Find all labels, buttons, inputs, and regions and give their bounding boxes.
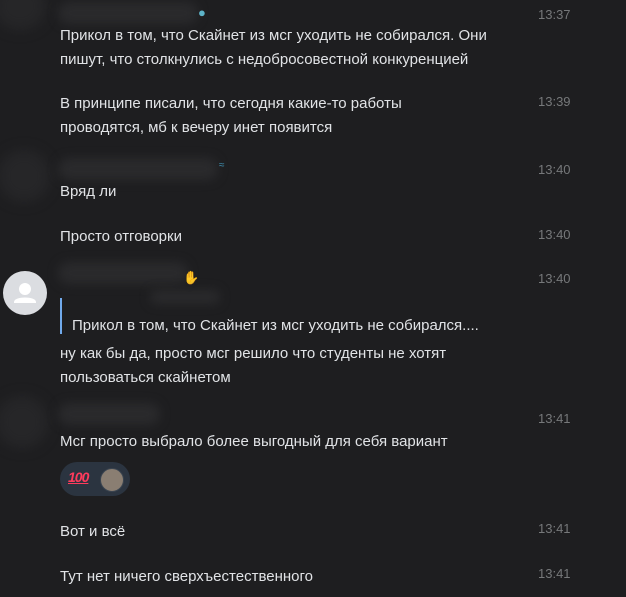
message-text: Просто отговорки	[60, 228, 182, 245]
message-time: 13:37	[538, 7, 571, 22]
wave-hand-icon: ✋	[183, 270, 200, 285]
reply-quote[interactable]: Прикол в том, что Скайнет из мсг уходить…	[60, 298, 479, 334]
reactor-avatar	[100, 468, 124, 492]
message-text: ну как бы да, просто мсг решило что студ…	[60, 345, 447, 386]
blurred-sender-name	[58, 262, 188, 284]
message-text: Прикол в том, что Скайнет из мсг уходить…	[60, 27, 487, 68]
message-text: Мсг просто выбрало более выгодный для се…	[60, 433, 448, 450]
blurred-avatar	[0, 150, 50, 202]
message-time: 13:39	[538, 94, 571, 109]
reaction-badge[interactable]: 100	[60, 462, 130, 496]
message-text: Тут нет ничего сверхъестественного	[60, 568, 313, 585]
emoji-icon: ≈	[219, 160, 225, 171]
message-time: 13:41	[538, 411, 571, 426]
message-text: Вряд ли	[60, 183, 117, 200]
blurred-sender-name	[58, 403, 160, 425]
message-time: 13:41	[538, 521, 571, 536]
hundred-points-icon: 100	[68, 469, 89, 485]
blurred-avatar	[0, 396, 48, 448]
message-text: В принципе писали, что сегодня какие-то …	[60, 95, 402, 136]
user-placeholder-icon[interactable]	[3, 271, 47, 315]
message-time: 13:40	[538, 271, 571, 286]
message-time: 13:40	[538, 227, 571, 242]
blurred-sender-name	[58, 2, 198, 24]
blurred-sender-name	[58, 158, 218, 180]
chat-history: ● ≈ ✋ Прикол в том, что Скайнет из мсг у…	[0, 0, 626, 597]
message-time: 13:40	[538, 162, 571, 177]
blurred-avatar	[0, 0, 46, 30]
globe-icon: ●	[198, 5, 206, 20]
message-text: Вот и всё	[60, 523, 126, 540]
message-time: 13:41	[538, 566, 571, 581]
